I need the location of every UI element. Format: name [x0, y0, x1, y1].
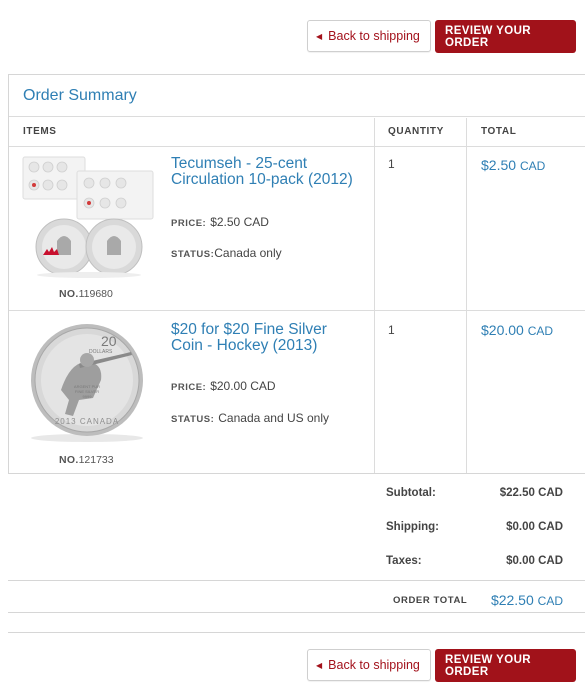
subtotal-value: $22.50 CAD — [499, 487, 563, 499]
item-total: $20.00 CAD — [481, 322, 554, 338]
column-header-total: TOTAL — [481, 126, 517, 137]
item-quantity: 1 — [388, 323, 395, 337]
shipping-value: $0.00 CAD — [506, 521, 563, 533]
chevron-left-icon: ◀ — [316, 660, 323, 670]
column-header-quantity: QUANTITY — [388, 126, 444, 137]
coin-denomination: 20 — [101, 333, 117, 349]
order-total-label: ORDER TOTAL — [393, 595, 468, 606]
coin-unit: DOLLARS — [89, 349, 113, 355]
item-quantity: 1 — [388, 157, 395, 171]
taxes-value: $0.00 CAD — [506, 555, 563, 567]
chevron-left-icon: ◀ — [316, 31, 323, 41]
back-to-shipping-button[interactable]: ◀ Back to shipping — [307, 20, 431, 52]
divider — [8, 580, 585, 581]
coin-rim-text: 2013 CANADA — [55, 417, 119, 426]
product-image-tecumseh[interactable] — [21, 155, 157, 279]
product-price: PRICE: $20.00 CAD — [171, 379, 276, 393]
back-button-label: Back to shipping — [328, 29, 420, 43]
taxes-label: Taxes: — [386, 555, 422, 567]
divider — [8, 632, 585, 633]
order-total-value: $22.50 CAD — [490, 592, 563, 608]
order-summary-panel: Order Summary ITEMS QUANTITY TOTAL NO.11… — [8, 74, 585, 474]
product-number: NO.121733 — [59, 454, 114, 466]
product-image-hockey-coin[interactable]: 20 DOLLARS ARGENT PUR FINE SILVER 9999 2… — [21, 320, 157, 444]
subtotal-label: Subtotal: — [386, 487, 436, 499]
product-name-link[interactable]: $20 for $20 Fine Silver Coin - Hockey (2… — [171, 322, 361, 354]
product-name-link[interactable]: Tecumseh - 25-cent Circulation 10-pack (… — [171, 156, 361, 188]
back-to-shipping-button[interactable]: ◀ Back to shipping — [307, 649, 431, 681]
order-summary-title: Order Summary — [9, 75, 585, 117]
table-row: NO.119680 Tecumseh - 25-cent Circulation… — [9, 147, 585, 311]
table-row: 20 DOLLARS ARGENT PUR FINE SILVER 9999 2… — [9, 312, 585, 476]
column-header-items: ITEMS — [23, 126, 57, 137]
back-button-label: Back to shipping — [328, 658, 420, 672]
product-price: PRICE: $2.50 CAD — [171, 215, 269, 229]
divider — [8, 612, 585, 613]
review-order-button[interactable]: REVIEW YOUR ORDER — [435, 649, 576, 682]
product-number: NO.119680 — [59, 288, 113, 300]
review-order-button[interactable]: REVIEW YOUR ORDER — [435, 20, 576, 53]
product-status: STATUS: Canada and US only — [171, 411, 330, 425]
shipping-label: Shipping: — [386, 521, 440, 533]
table-header: ITEMS QUANTITY TOTAL — [9, 117, 585, 147]
coin-inner-text-3: 9999 — [83, 394, 93, 399]
item-total: $2.50 CAD — [481, 157, 546, 173]
product-status: STATUS:Canada only — [171, 246, 282, 260]
